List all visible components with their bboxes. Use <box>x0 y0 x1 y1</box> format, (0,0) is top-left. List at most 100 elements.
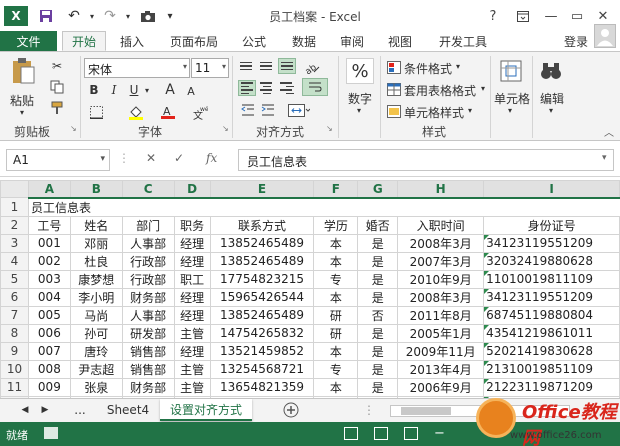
new-sheet-button[interactable] <box>280 399 302 421</box>
borders-icon[interactable] <box>86 104 106 120</box>
header-cell[interactable]: 联系方式 <box>209 215 315 235</box>
tab-file[interactable]: 文件 <box>0 31 57 51</box>
data-cell[interactable]: 2007年3月 <box>397 251 485 271</box>
data-cell[interactable]: 008 <box>27 359 71 379</box>
customize-qat-icon[interactable]: ▾ <box>160 6 180 26</box>
title-cell[interactable]: 员工信息表 <box>27 197 620 217</box>
data-cell[interactable]: 17754823215 <box>209 269 315 289</box>
collapse-ribbon-icon[interactable]: ︿ <box>604 124 614 139</box>
data-cell[interactable]: 销售部 <box>121 359 175 379</box>
format-as-table-button[interactable]: 套用表格格式 <box>404 82 476 99</box>
align-left-button[interactable] <box>238 80 256 96</box>
data-cell[interactable]: 13852465489 <box>209 305 315 325</box>
column-header[interactable]: A <box>27 180 71 199</box>
data-cell[interactable]: 销售部 <box>121 341 175 361</box>
data-cell[interactable]: 本 <box>313 341 359 361</box>
tab-view[interactable]: 视图 <box>380 31 420 51</box>
increase-indent-icon[interactable] <box>258 102 278 118</box>
data-cell[interactable]: 研 <box>313 323 359 343</box>
data-cell[interactable]: 尹志超 <box>69 359 123 379</box>
cancel-icon[interactable]: ✕ <box>146 151 156 165</box>
increase-font-size-button[interactable]: A <box>160 82 180 98</box>
align-right-button[interactable] <box>278 80 296 96</box>
cell-styles-button[interactable]: 单元格样式 <box>404 104 464 121</box>
sheet-tab-active[interactable]: 设置对齐方式 <box>160 399 252 421</box>
macro-record-icon[interactable] <box>44 427 58 439</box>
data-cell[interactable]: 13521459852 <box>209 341 315 361</box>
italic-button[interactable]: I <box>106 82 122 98</box>
restore-button[interactable]: ▭ <box>566 6 588 26</box>
tab-review[interactable]: 审阅 <box>332 31 372 51</box>
formula-input[interactable]: 员工信息表 <box>238 149 614 171</box>
top-align-button[interactable] <box>238 58 256 74</box>
header-cell[interactable]: 部门 <box>121 215 175 235</box>
page-break-view-icon[interactable] <box>404 427 418 440</box>
cells-icon[interactable] <box>498 58 524 84</box>
page-layout-view-icon[interactable] <box>374 427 388 440</box>
font-size-select[interactable]: 11 ▾ <box>191 58 229 78</box>
row-header[interactable]: 3 <box>0 233 29 253</box>
bold-button[interactable]: B <box>86 82 102 98</box>
copy-icon[interactable] <box>48 79 66 95</box>
data-cell[interactable]: 52021419830628 <box>483 341 620 361</box>
data-cell[interactable]: 是 <box>357 233 399 253</box>
data-cell[interactable]: 邓丽 <box>69 233 123 253</box>
phonetic-guide-icon[interactable]: 文wén <box>190 104 210 120</box>
data-cell[interactable]: 杜良 <box>69 251 123 271</box>
row-header[interactable]: 6 <box>0 287 29 307</box>
data-cell[interactable]: 2008年3月 <box>397 233 485 253</box>
row-header[interactable]: 1 <box>0 197 29 217</box>
data-cell[interactable]: 15965426544 <box>209 287 315 307</box>
data-cell[interactable]: 13654821359 <box>209 377 315 397</box>
data-cell[interactable]: 009 <box>27 377 71 397</box>
redo-dropdown-icon[interactable]: ▾ <box>118 6 138 26</box>
data-cell[interactable]: 主管 <box>173 359 211 379</box>
underline-button[interactable]: U <box>126 82 142 98</box>
clipboard-launcher-icon[interactable]: ↘ <box>70 124 77 133</box>
data-cell[interactable]: 2005年1月 <box>397 323 485 343</box>
data-cell[interactable]: 行政部 <box>121 251 175 271</box>
data-cell[interactable]: 11010019811109 <box>483 269 620 289</box>
data-cell[interactable]: 李小明 <box>69 287 123 307</box>
data-cell[interactable]: 主管 <box>173 377 211 397</box>
row-header[interactable]: 2 <box>0 215 29 235</box>
data-cell[interactable]: 004 <box>27 287 71 307</box>
data-cell[interactable]: 行政部 <box>121 269 175 289</box>
data-cell[interactable]: 是 <box>357 251 399 271</box>
drag-handle-icon[interactable]: ⋮ <box>118 151 130 165</box>
sheet-tab-sheet4[interactable]: Sheet4 <box>98 399 158 421</box>
login-link[interactable]: 登录 <box>564 33 588 50</box>
undo-dropdown-icon[interactable]: ▾ <box>82 6 102 26</box>
help-button[interactable]: ? <box>482 6 504 26</box>
insert-function-icon[interactable]: fx <box>206 151 217 165</box>
data-cell[interactable]: 唐玲 <box>69 341 123 361</box>
decrease-indent-icon[interactable] <box>238 102 258 118</box>
data-cell[interactable]: 是 <box>357 287 399 307</box>
paste-dropdown-icon[interactable]: ▾ <box>20 108 24 117</box>
underline-dropdown-icon[interactable]: ▾ <box>142 82 152 98</box>
data-cell[interactable]: 2008年3月 <box>397 287 485 307</box>
data-cell[interactable]: 经理 <box>173 305 211 325</box>
data-cell[interactable]: 财务部 <box>121 287 175 307</box>
font-color-icon[interactable]: A <box>158 104 178 120</box>
data-cell[interactable]: 主管 <box>173 323 211 343</box>
decrease-font-size-button[interactable]: A <box>182 84 200 98</box>
column-header[interactable]: I <box>483 180 620 199</box>
next-sheet-icon[interactable]: ▶ <box>38 399 52 421</box>
header-cell[interactable]: 婚否 <box>357 215 399 235</box>
data-cell[interactable]: 本 <box>313 251 359 271</box>
conditional-formatting-button[interactable]: 条件格式 <box>404 60 452 77</box>
format-painter-icon[interactable] <box>48 100 66 116</box>
row-header[interactable]: 8 <box>0 323 29 343</box>
data-cell[interactable]: 专 <box>313 359 359 379</box>
undo-icon[interactable]: ↶ <box>64 6 84 26</box>
row-header[interactable]: 4 <box>0 251 29 271</box>
data-cell[interactable]: 003 <box>27 269 71 289</box>
data-cell[interactable]: 研 <box>313 305 359 325</box>
font-launcher-icon[interactable]: ↘ <box>222 124 229 133</box>
data-cell[interactable]: 32032419880628 <box>483 251 620 271</box>
data-cell[interactable]: 21310019851109 <box>483 359 620 379</box>
ribbon-display-options-icon[interactable] <box>512 6 534 26</box>
scrollbar-thumb[interactable] <box>401 407 451 415</box>
data-cell[interactable]: 2010年9月 <box>397 269 485 289</box>
